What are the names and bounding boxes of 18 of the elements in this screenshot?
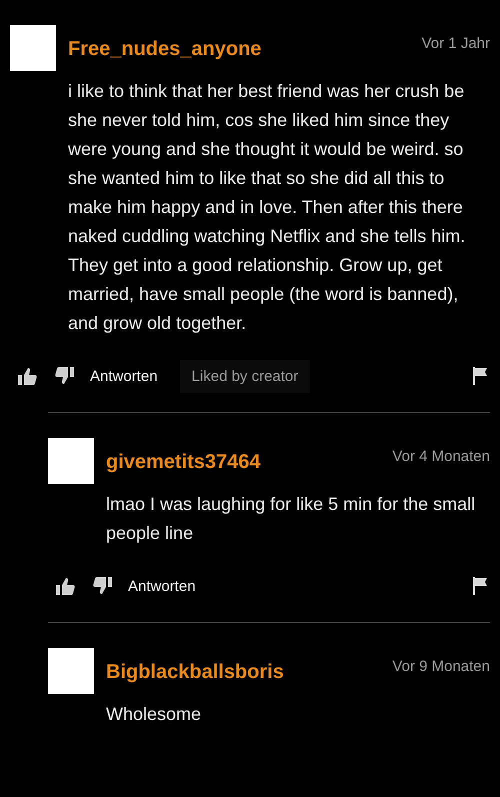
thumbs-up-icon[interactable]	[54, 576, 76, 596]
thumbs-down-icon[interactable]	[54, 366, 76, 386]
reply-button[interactable]: Antworten	[128, 578, 196, 594]
thumbs-up-icon[interactable]	[16, 366, 38, 386]
reply-button[interactable]: Antworten	[90, 368, 158, 384]
flag-icon[interactable]	[470, 576, 490, 596]
timestamp: Vor 1 Jahr	[422, 35, 490, 52]
username[interactable]: Free_nudes_anyone	[68, 38, 262, 61]
username[interactable]: givemetits37464	[106, 451, 261, 474]
timestamp: Vor 4 Monaten	[392, 448, 490, 465]
timestamp: Vor 9 Monaten	[392, 658, 490, 675]
flag-icon[interactable]	[470, 366, 490, 386]
thumbs-down-icon[interactable]	[92, 576, 114, 596]
comment-text: Wholesome	[106, 703, 202, 726]
username[interactable]: Bigblackballsboris	[106, 661, 284, 684]
liked-badge: Liked by creator	[180, 360, 310, 392]
comment-text: i like to think that her best friend was her crush be she never told him, cos she liked him since they were young and she thought it would be weird. so she wanted him to like that so she did all this to make him happy and in love. Then after this there naked cuddling watching Netflix and she tells him. They get into a good relationship. Grow up, get married, have small people (the word is banned), and grow old together.	[68, 80, 466, 335]
comment-text: lmao I was laughing for like 5 min for the small people line	[106, 493, 476, 545]
